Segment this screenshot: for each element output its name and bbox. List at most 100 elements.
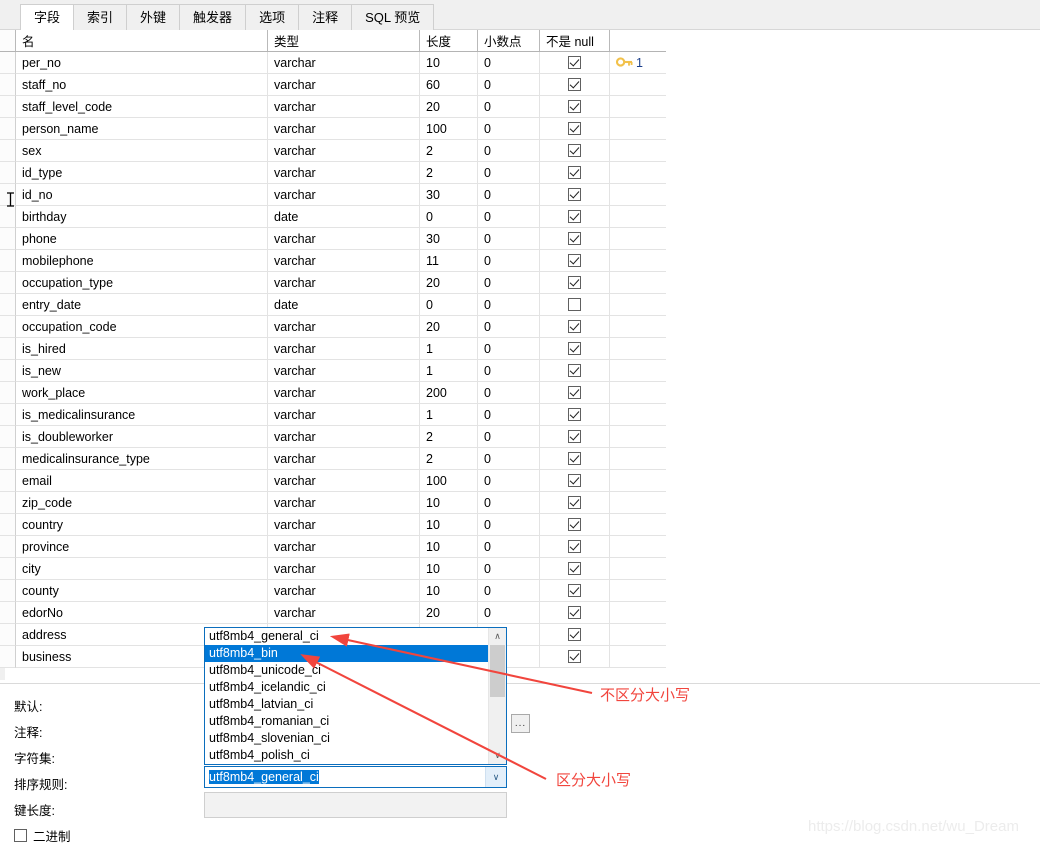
cell-field-length[interactable]: 10 bbox=[420, 558, 478, 580]
cell-notnull[interactable] bbox=[540, 470, 610, 492]
cell-field-length[interactable]: 1 bbox=[420, 404, 478, 426]
tab-triggers[interactable]: 触发器 bbox=[180, 4, 247, 30]
table-row[interactable]: province varchar 10 0 bbox=[0, 536, 666, 558]
cell-field-decimals[interactable]: 0 bbox=[478, 580, 540, 602]
cell-field-length[interactable]: 2 bbox=[420, 140, 478, 162]
collation-option-list[interactable]: utf8mb4_general_ci utf8mb4_bin utf8mb4_uni… bbox=[205, 628, 488, 764]
cell-field-length[interactable]: 10 bbox=[420, 492, 478, 514]
row-handle[interactable] bbox=[0, 52, 16, 74]
cell-field-type[interactable]: varchar bbox=[268, 470, 420, 492]
table-row[interactable]: email varchar 100 0 bbox=[0, 470, 666, 492]
tab-indexes[interactable]: 索引 bbox=[74, 4, 128, 30]
cell-field-decimals[interactable]: 0 bbox=[478, 74, 540, 96]
cell-notnull[interactable] bbox=[540, 338, 610, 360]
table-row[interactable]: id_type varchar 2 0 bbox=[0, 162, 666, 184]
cell-key[interactable] bbox=[610, 96, 666, 118]
cell-notnull[interactable] bbox=[540, 74, 610, 96]
cell-field-decimals[interactable]: 0 bbox=[478, 448, 540, 470]
notnull-checkbox[interactable] bbox=[568, 364, 581, 377]
dropdown-option[interactable]: utf8mb4_polish_ci bbox=[205, 747, 488, 764]
row-handle[interactable] bbox=[0, 580, 16, 602]
cell-field-length[interactable]: 10 bbox=[420, 52, 478, 74]
cell-notnull[interactable] bbox=[540, 624, 610, 646]
notnull-checkbox[interactable] bbox=[568, 254, 581, 267]
row-handle[interactable] bbox=[0, 426, 16, 448]
cell-field-length[interactable]: 20 bbox=[420, 316, 478, 338]
notnull-checkbox[interactable] bbox=[568, 100, 581, 113]
row-handle[interactable] bbox=[0, 646, 16, 668]
row-handle[interactable] bbox=[0, 404, 16, 426]
cell-key[interactable] bbox=[610, 426, 666, 448]
table-row[interactable]: sex varchar 2 0 bbox=[0, 140, 666, 162]
dropdown-option[interactable]: utf8mb4_bin bbox=[205, 645, 488, 662]
cell-field-type[interactable]: varchar bbox=[268, 184, 420, 206]
cell-notnull[interactable] bbox=[540, 404, 610, 426]
table-row[interactable]: person_name varchar 100 0 bbox=[0, 118, 666, 140]
binary-checkbox[interactable] bbox=[14, 829, 27, 842]
dropdown-scrollbar-thumb[interactable] bbox=[490, 645, 505, 697]
cell-key[interactable] bbox=[610, 140, 666, 162]
cell-field-type[interactable]: varchar bbox=[268, 250, 420, 272]
row-handle[interactable] bbox=[0, 206, 16, 228]
cell-field-name[interactable]: city bbox=[16, 558, 268, 580]
cell-field-decimals[interactable]: 0 bbox=[478, 140, 540, 162]
cell-key[interactable] bbox=[610, 294, 666, 316]
notnull-checkbox[interactable] bbox=[568, 144, 581, 157]
table-row[interactable]: city varchar 10 0 bbox=[0, 558, 666, 580]
row-handle[interactable] bbox=[0, 536, 16, 558]
cell-key[interactable] bbox=[610, 206, 666, 228]
tab-options[interactable]: 选项 bbox=[246, 4, 300, 30]
cell-field-length[interactable]: 1 bbox=[420, 338, 478, 360]
notnull-checkbox[interactable] bbox=[568, 474, 581, 487]
cell-notnull[interactable] bbox=[540, 250, 610, 272]
cell-field-name[interactable]: county bbox=[16, 580, 268, 602]
notnull-checkbox[interactable] bbox=[568, 496, 581, 509]
cell-field-length[interactable]: 2 bbox=[420, 448, 478, 470]
table-row[interactable]: zip_code varchar 10 0 bbox=[0, 492, 666, 514]
cell-key[interactable] bbox=[610, 272, 666, 294]
cell-field-length[interactable]: 0 bbox=[420, 206, 478, 228]
cell-field-name[interactable]: sex bbox=[16, 140, 268, 162]
cell-notnull[interactable] bbox=[540, 580, 610, 602]
notnull-checkbox[interactable] bbox=[568, 518, 581, 531]
dropdown-option[interactable]: utf8mb4_unicode_ci bbox=[205, 662, 488, 679]
collation-dropdown-popup[interactable]: utf8mb4_general_ci utf8mb4_bin utf8mb4_uni… bbox=[204, 627, 507, 765]
dropdown-option[interactable]: utf8mb4_slovenian_ci bbox=[205, 730, 488, 747]
cell-field-name[interactable]: is_doubleworker bbox=[16, 426, 268, 448]
cell-field-name[interactable]: person_name bbox=[16, 118, 268, 140]
cell-key[interactable] bbox=[610, 228, 666, 250]
cell-notnull[interactable] bbox=[540, 206, 610, 228]
table-row[interactable]: phone varchar 30 0 bbox=[0, 228, 666, 250]
cell-field-type[interactable]: date bbox=[268, 206, 420, 228]
cell-notnull[interactable] bbox=[540, 294, 610, 316]
cell-field-type[interactable]: varchar bbox=[268, 162, 420, 184]
cell-key[interactable] bbox=[610, 470, 666, 492]
dropdown-scrollbar[interactable]: ∧ ∨ bbox=[488, 628, 506, 764]
cell-field-name[interactable]: birthday bbox=[16, 206, 268, 228]
cell-key[interactable] bbox=[610, 558, 666, 580]
notnull-checkbox[interactable] bbox=[568, 210, 581, 223]
cell-key[interactable]: 1 bbox=[610, 52, 666, 74]
table-row[interactable]: per_no varchar 10 0 1 bbox=[0, 52, 666, 74]
cell-field-decimals[interactable]: 0 bbox=[478, 206, 540, 228]
cell-field-name[interactable]: phone bbox=[16, 228, 268, 250]
cell-field-decimals[interactable]: 0 bbox=[478, 558, 540, 580]
notnull-checkbox[interactable] bbox=[568, 430, 581, 443]
notnull-checkbox[interactable] bbox=[568, 386, 581, 399]
cell-field-decimals[interactable]: 0 bbox=[478, 338, 540, 360]
chevron-down-icon[interactable]: ∨ bbox=[485, 767, 506, 787]
cell-notnull[interactable] bbox=[540, 118, 610, 140]
cell-key[interactable] bbox=[610, 624, 666, 646]
cell-field-name[interactable]: province bbox=[16, 536, 268, 558]
table-row[interactable]: is_hired varchar 1 0 bbox=[0, 338, 666, 360]
cell-field-type[interactable]: varchar bbox=[268, 558, 420, 580]
cell-field-type[interactable]: varchar bbox=[268, 426, 420, 448]
cell-key[interactable] bbox=[610, 536, 666, 558]
notnull-checkbox[interactable] bbox=[568, 276, 581, 289]
cell-field-name[interactable]: is_hired bbox=[16, 338, 268, 360]
cell-notnull[interactable] bbox=[540, 536, 610, 558]
tab-foreign-keys[interactable]: 外键 bbox=[127, 4, 181, 30]
table-row[interactable]: country varchar 10 0 bbox=[0, 514, 666, 536]
cell-field-name[interactable]: per_no bbox=[16, 52, 268, 74]
cell-field-name[interactable]: edorNo bbox=[16, 602, 268, 624]
